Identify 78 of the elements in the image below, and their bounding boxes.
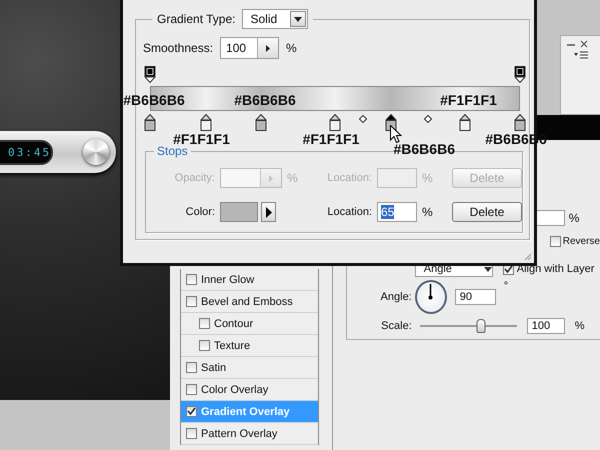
checkbox[interactable] bbox=[186, 274, 197, 285]
color-stop[interactable] bbox=[144, 114, 156, 131]
effect-label: Pattern Overlay bbox=[201, 428, 278, 440]
color-annotation: #B6B6B6 bbox=[234, 93, 296, 107]
effect-item[interactable]: Texture bbox=[181, 335, 318, 357]
knob bbox=[83, 139, 109, 165]
location-field[interactable]: 65 bbox=[377, 202, 417, 222]
slider-thumb[interactable] bbox=[476, 319, 486, 333]
checkbox[interactable] bbox=[186, 362, 197, 373]
cursor-icon bbox=[390, 125, 402, 144]
midpoint-diamond[interactable] bbox=[358, 115, 367, 123]
checkbox[interactable] bbox=[199, 340, 210, 351]
checkbox[interactable] bbox=[199, 318, 210, 329]
gradient-type-label: Gradient Type: bbox=[157, 12, 236, 26]
percent-label: % bbox=[422, 171, 434, 185]
stop-field-label: Color: bbox=[184, 206, 215, 218]
color-annotation: #B6B6B6 bbox=[394, 142, 455, 156]
effect-item[interactable]: Contour bbox=[181, 313, 318, 335]
degree-label: ° bbox=[504, 280, 508, 292]
stops-title: Stops bbox=[156, 144, 189, 158]
caret-icon bbox=[269, 174, 274, 182]
checkbox[interactable] bbox=[186, 406, 197, 417]
effect-label: Texture bbox=[214, 340, 250, 352]
caret-icon bbox=[266, 206, 272, 218]
checkbox[interactable] bbox=[186, 296, 197, 307]
reverse-label: Reverse bbox=[562, 236, 600, 247]
stop-field-label: Opacity: bbox=[174, 172, 215, 184]
effect-item[interactable]: Bevel and Emboss bbox=[181, 291, 318, 313]
color-annotation: #B6B6B6 bbox=[123, 93, 185, 107]
color-annotation: #F1F1F1 bbox=[173, 132, 230, 146]
resize-grip-icon[interactable] bbox=[524, 253, 532, 261]
angle-field[interactable]: 90 bbox=[454, 289, 496, 305]
smoothness-label: Smoothness: bbox=[143, 41, 214, 55]
smoothness-field[interactable]: 100 bbox=[220, 37, 280, 59]
color-stop[interactable] bbox=[459, 114, 470, 131]
percent-label: % bbox=[568, 211, 580, 225]
checkbox[interactable] bbox=[186, 384, 197, 395]
menu-icon[interactable] bbox=[574, 51, 588, 59]
color-stop[interactable] bbox=[256, 114, 266, 131]
percent-label: % bbox=[422, 205, 434, 219]
caret-icon bbox=[294, 16, 302, 22]
effect-item[interactable]: Inner Glow bbox=[181, 269, 318, 291]
time-display: 03:45 bbox=[0, 140, 53, 164]
effect-label: Gradient Overlay bbox=[201, 406, 290, 418]
effect-item[interactable]: Satin bbox=[181, 357, 318, 379]
percent-label: % bbox=[286, 41, 297, 55]
color-stop[interactable] bbox=[330, 114, 340, 131]
effect-item[interactable]: Pattern Overlay bbox=[181, 423, 318, 445]
location-label: Location: bbox=[326, 172, 372, 184]
gradient-type-dropdown[interactable]: Solid bbox=[242, 9, 308, 29]
checkbox[interactable] bbox=[186, 428, 197, 439]
effect-label: Inner Glow bbox=[201, 274, 254, 286]
color-annotation: #F1F1F1 bbox=[440, 93, 497, 107]
color-menu-button[interactable] bbox=[261, 202, 276, 222]
percent-label: % bbox=[287, 171, 299, 185]
color-annotation: #F1F1F1 bbox=[302, 132, 360, 146]
opacity-stop[interactable] bbox=[514, 66, 526, 83]
color-stop[interactable] bbox=[200, 114, 211, 131]
color-swatch[interactable] bbox=[220, 202, 258, 222]
effect-label: Contour bbox=[214, 318, 254, 330]
effect-label: Color Overlay bbox=[201, 384, 268, 396]
location-field[interactable] bbox=[377, 168, 417, 188]
close-icon[interactable] bbox=[580, 40, 588, 48]
checkbox[interactable] bbox=[550, 236, 561, 247]
scale-field[interactable]: 100 bbox=[526, 318, 565, 334]
caret-icon bbox=[266, 44, 270, 52]
angle-dial[interactable] bbox=[414, 280, 447, 314]
needle-icon bbox=[428, 284, 434, 300]
effect-label: Satin bbox=[201, 362, 226, 374]
midpoint-diamond[interactable] bbox=[424, 115, 432, 123]
scale-label: Scale: bbox=[380, 320, 412, 332]
percent-label: % bbox=[574, 320, 585, 332]
location-label: Location: bbox=[326, 206, 372, 218]
color-stop[interactable] bbox=[514, 114, 526, 131]
opacity-stop[interactable] bbox=[144, 66, 156, 83]
effect-label: Bevel and Emboss bbox=[201, 296, 293, 308]
angle-label: Angle: bbox=[380, 291, 412, 303]
delete-button[interactable]: Delete bbox=[452, 202, 522, 222]
